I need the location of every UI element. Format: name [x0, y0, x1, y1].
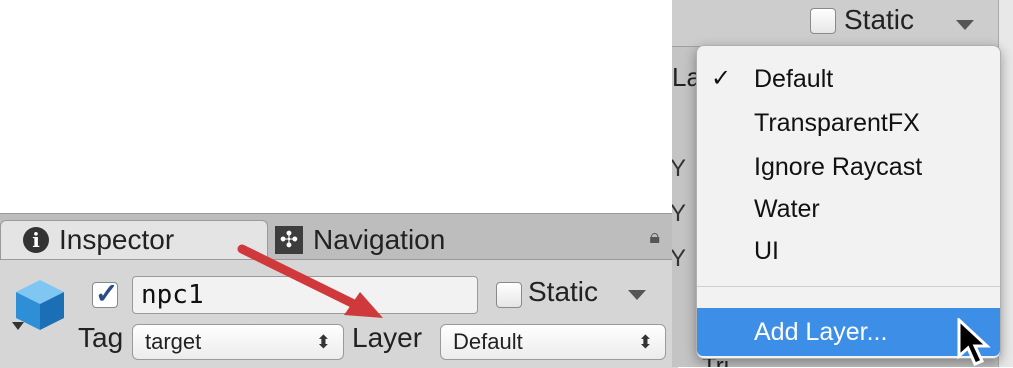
object-name-field[interactable]: npc1: [132, 276, 478, 314]
menu-item-default[interactable]: ✓ Default: [697, 58, 1000, 100]
menu-item-ignore-raycast[interactable]: Ignore Raycast: [697, 146, 1000, 188]
info-icon: i: [23, 227, 49, 253]
menu-item-ui[interactable]: UI: [697, 230, 1000, 272]
tag-value: target: [145, 329, 202, 354]
inspector-panel: i Inspector ✣ Navigation 🔒︎ ✓ npc1 Stati…: [0, 213, 678, 368]
layer-menu-screenshot: Static La Y Y Y Tri ✓ Default Transparen…: [672, 0, 1013, 367]
static-checkbox[interactable]: [496, 282, 522, 308]
tab-bar: i Inspector ✣ Navigation 🔒︎: [0, 214, 678, 260]
cube-icon[interactable]: [10, 274, 70, 334]
object-active-checkbox[interactable]: ✓: [92, 278, 118, 309]
static-dropdown-icon[interactable]: [628, 290, 646, 300]
tag-label: Tag: [78, 322, 124, 353]
lock-icon[interactable]: 🔒︎: [649, 226, 660, 249]
menu-item-water[interactable]: Water: [697, 188, 1000, 230]
layer-dropdown[interactable]: Default ⬍: [440, 324, 666, 360]
menu-item-label: Default: [754, 65, 834, 93]
tab-navigation[interactable]: ✣ Navigation: [275, 220, 535, 259]
tab-inspector-label: Inspector: [59, 224, 175, 255]
axis-y-partial: Y: [672, 200, 687, 227]
menu-item-label: TransparentFX: [754, 109, 920, 137]
checkmark-icon: ✓: [95, 278, 119, 309]
tab-inspector[interactable]: i Inspector: [0, 220, 268, 259]
menu-separator: [697, 286, 1000, 287]
static-checkbox[interactable]: [810, 8, 836, 34]
layer-label: Layer: [352, 322, 423, 353]
static-dropdown-icon[interactable]: [956, 20, 974, 30]
checkmark-icon: ✓: [711, 65, 732, 92]
axis-y-partial: Y: [672, 245, 687, 272]
object-header: ✓ npc1 Static Tag target ⬍ Layer Default…: [0, 260, 678, 368]
menu-item-label: UI: [754, 237, 779, 265]
axis-y-partial: Y: [672, 155, 687, 182]
navigation-icon: ✣: [275, 225, 303, 254]
static-label: Static: [844, 4, 915, 35]
dropdown-arrows-icon: ⬍: [637, 332, 653, 352]
menu-item-label: Add Layer...: [754, 318, 888, 346]
menu-item-label: Water: [754, 195, 820, 223]
menu-item-transparentfx[interactable]: TransparentFX: [697, 102, 1000, 144]
menu-item-label: Ignore Raycast: [754, 153, 923, 181]
dropdown-arrows-icon: ⬍: [315, 332, 331, 352]
mouse-cursor-icon: [957, 318, 991, 366]
tag-dropdown[interactable]: target ⬍: [132, 324, 344, 360]
layer-dropdown-menu: ✓ Default TransparentFX Ignore Raycast W…: [696, 45, 1001, 359]
tab-navigation-label: Navigation: [313, 223, 446, 255]
layer-value: Default: [453, 329, 523, 354]
static-label: Static: [528, 276, 599, 307]
static-row: Static: [672, 0, 1013, 47]
